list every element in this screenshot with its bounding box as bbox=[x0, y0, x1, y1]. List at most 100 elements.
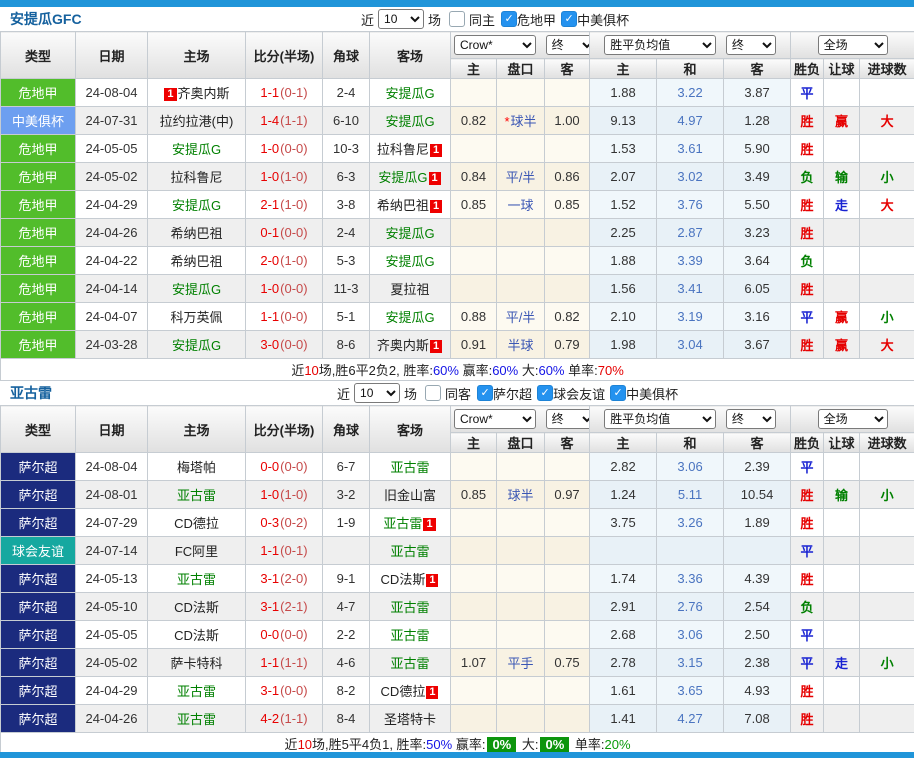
team-name: 亚古雷 bbox=[177, 572, 216, 587]
col-header-score: 比分(半场) bbox=[246, 32, 323, 79]
asian-time-select[interactable]: 终 bbox=[546, 35, 590, 55]
handicap-result-cell bbox=[824, 275, 860, 303]
matches-count-select[interactable]: 10 bbox=[378, 9, 424, 29]
fulltime-score: 1-0 bbox=[260, 169, 279, 184]
outcome-cell: 胜 bbox=[791, 331, 824, 359]
home-team-cell: 科万英佩 bbox=[148, 303, 246, 331]
asian-handicap-cell bbox=[497, 677, 545, 705]
asian-handicap-cell bbox=[497, 509, 545, 537]
date-cell: 24-04-14 bbox=[76, 275, 148, 303]
goals-result-cell: 小 bbox=[860, 481, 914, 509]
outcome-cell: 平 bbox=[791, 303, 824, 331]
same-venue-label: 同主 bbox=[469, 10, 495, 29]
away-team-cell: 亚古雷 bbox=[370, 649, 451, 677]
halftime-score: (0-0) bbox=[280, 141, 307, 156]
same-venue-checkbox[interactable] bbox=[425, 385, 441, 401]
euro-time-select[interactable]: 终 bbox=[726, 35, 776, 55]
corner-cell: 9-1 bbox=[323, 565, 370, 593]
matches-count-select[interactable]: 10 bbox=[354, 383, 400, 403]
league-filter-checkbox[interactable]: ✓ bbox=[610, 385, 626, 401]
league-filter-checkbox[interactable]: ✓ bbox=[477, 385, 493, 401]
top-divider-bar bbox=[0, 0, 914, 7]
fulltime-score: 3-1 bbox=[260, 571, 279, 586]
summary-segment: 20% bbox=[605, 737, 631, 752]
home-team-cell: 亚古雷 bbox=[148, 481, 246, 509]
score-cell: 0-0(0-0) bbox=[246, 621, 323, 649]
asian-odds-header: Crow* 终 bbox=[451, 32, 590, 59]
euro-home-odds: 1.53 bbox=[590, 135, 657, 163]
home-team-cell: 梅塔帕 bbox=[148, 453, 246, 481]
outcome-cell: 平 bbox=[791, 621, 824, 649]
handicap-result-cell bbox=[824, 453, 860, 481]
same-venue-checkbox[interactable] bbox=[449, 11, 465, 27]
subcol-asian-line: 盘口 bbox=[497, 433, 545, 453]
asian-away-odds bbox=[545, 565, 590, 593]
handicap-result-cell bbox=[824, 537, 860, 565]
team-name: CD法斯 bbox=[174, 628, 219, 643]
euro-home-odds: 2.25 bbox=[590, 219, 657, 247]
subcol-goals-result: 进球数 bbox=[860, 59, 914, 79]
match-row: 危地甲24-08-041齐奥内斯1-1(0-1)2-4安提瓜G1.883.223… bbox=[1, 79, 914, 107]
away-team-cell: 希纳巴祖1 bbox=[370, 191, 451, 219]
outcome-cell: 平 bbox=[791, 537, 824, 565]
handicap-line: 平手 bbox=[507, 656, 533, 671]
euro-time-select[interactable]: 终 bbox=[726, 409, 776, 429]
asian-home-odds bbox=[451, 593, 497, 621]
asian-time-select[interactable]: 终 bbox=[546, 409, 590, 429]
match-type-badge: 危地甲 bbox=[1, 247, 76, 275]
summary-segment: 场,胜6平2负2, 胜率: bbox=[319, 363, 433, 378]
asian-company-select[interactable]: Crow* bbox=[454, 409, 536, 429]
euro-home-odds: 2.91 bbox=[590, 593, 657, 621]
home-team-cell: 安提瓜G bbox=[148, 191, 246, 219]
euro-company-select[interactable]: 胜平负均值 bbox=[604, 35, 716, 55]
halftime-score: (1-1) bbox=[280, 655, 307, 670]
euro-home-odds: 1.41 bbox=[590, 705, 657, 733]
goals-result-cell bbox=[860, 593, 914, 621]
handicap-result-cell: 赢 bbox=[824, 331, 860, 359]
league-filter-checkbox[interactable]: ✓ bbox=[537, 385, 553, 401]
red-card-badge: 1 bbox=[426, 574, 438, 587]
match-row: 危地甲24-04-14安提瓜G1-0(0-0)11-3夏拉祖1.563.416.… bbox=[1, 275, 914, 303]
match-type-badge: 萨尔超 bbox=[1, 705, 76, 733]
goals-result-cell bbox=[860, 565, 914, 593]
col-header-corner: 角球 bbox=[323, 32, 370, 79]
euro-draw-odds: 3.76 bbox=[657, 191, 724, 219]
scope-select[interactable]: 全场 bbox=[818, 409, 888, 429]
goals-result-cell: 大 bbox=[860, 331, 914, 359]
team-name: 安提瓜G bbox=[172, 198, 221, 213]
asian-away-odds: 0.85 bbox=[545, 191, 590, 219]
asian-company-select[interactable]: Crow* bbox=[454, 35, 536, 55]
league-filter-checkbox[interactable]: ✓ bbox=[501, 11, 517, 27]
home-team-cell: 亚古雷 bbox=[148, 705, 246, 733]
result-scope-header: 全场 bbox=[791, 406, 914, 433]
league-filter-checkbox[interactable]: ✓ bbox=[561, 11, 577, 27]
halftime-score: (0-1) bbox=[280, 85, 307, 100]
handicap-result-cell bbox=[824, 705, 860, 733]
euro-company-select[interactable]: 胜平负均值 bbox=[604, 409, 716, 429]
handicap-result-cell bbox=[824, 247, 860, 275]
match-row: 萨尔超24-05-02萨卡特科1-1(1-1)4-6亚古雷1.07平手0.752… bbox=[1, 649, 914, 677]
away-team-cell: 旧金山富 bbox=[370, 481, 451, 509]
team-name: 夏拉祖 bbox=[390, 282, 429, 297]
score-cell: 1-1(0-0) bbox=[246, 303, 323, 331]
halftime-score: (1-1) bbox=[280, 113, 307, 128]
goals-result-cell bbox=[860, 705, 914, 733]
team-name: CD德拉 bbox=[174, 516, 219, 531]
team-name: 安提瓜G bbox=[385, 226, 434, 241]
asian-handicap-cell bbox=[497, 135, 545, 163]
scope-select[interactable]: 全场 bbox=[818, 35, 888, 55]
team-name: 拉约拉港(中) bbox=[160, 114, 234, 129]
match-type-badge: 萨尔超 bbox=[1, 481, 76, 509]
col-header-corner: 角球 bbox=[323, 406, 370, 453]
away-team-cell: 夏拉祖 bbox=[370, 275, 451, 303]
handicap-line: 半球 bbox=[507, 338, 533, 353]
match-row: 萨尔超24-05-05CD法斯0-0(0-0)2-2亚古雷2.683.062.5… bbox=[1, 621, 914, 649]
asian-away-odds: 0.97 bbox=[545, 481, 590, 509]
summary-segment: 大: bbox=[518, 363, 538, 378]
date-cell: 24-05-10 bbox=[76, 593, 148, 621]
outcome-cell: 胜 bbox=[791, 481, 824, 509]
goals-result-cell bbox=[860, 135, 914, 163]
handicap-result-cell: 走 bbox=[824, 649, 860, 677]
asian-home-odds bbox=[451, 677, 497, 705]
score-cell: 1-0(0-0) bbox=[246, 275, 323, 303]
